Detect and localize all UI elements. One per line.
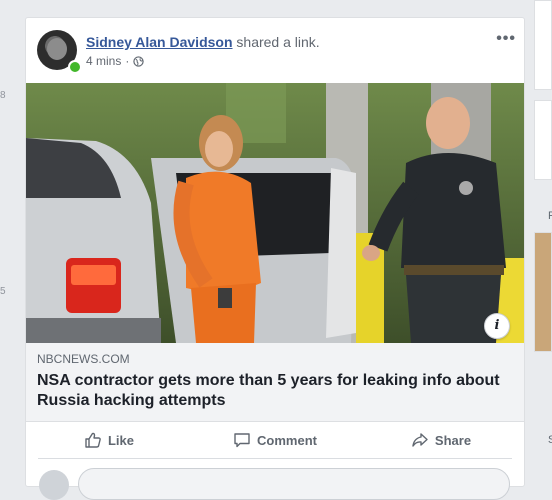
globe-icon[interactable] [133,55,145,67]
left-gutter: 8 5 [0,0,22,473]
more-options-icon[interactable]: ••• [496,30,516,48]
author-name-link[interactable]: Sidney Alan Davidson [86,34,233,50]
share-icon [412,433,428,447]
link-caption[interactable]: NBCNEWS.COM NSA contractor gets more tha… [26,343,524,422]
like-button[interactable]: Like [26,422,192,458]
rail-card[interactable] [534,0,552,90]
rail-thumbnail[interactable] [534,232,552,352]
gutter-number: 8 [0,90,6,101]
post-header: Sidney Alan Davidson shared a link. 4 mi… [26,18,524,84]
share-label: Share [434,432,472,448]
comment-button[interactable]: Comment [192,422,358,458]
post-meta: 4 mins · [86,54,145,68]
gutter-number: 5 [0,286,6,297]
rail-section-letter: S [548,434,552,446]
thumbs-up-icon [85,432,101,448]
commenter-avatar [39,470,69,500]
link-headline[interactable]: NSA contractor gets more than 5 years fo… [37,371,512,411]
post-timestamp[interactable]: 4 mins [86,54,121,68]
like-label: Like [107,432,134,448]
online-status-indicator [68,60,82,74]
actions-divider [38,458,512,459]
share-button[interactable]: Share [358,422,524,458]
rail-card[interactable] [534,100,552,180]
meta-separator: · [125,54,130,68]
author-line: Sidney Alan Davidson shared a link. [86,34,320,50]
post-card: Sidney Alan Davidson shared a link. 4 mi… [25,17,525,500]
link-domain: NBCNEWS.COM [37,352,130,366]
comment-label: Comment [257,432,317,448]
post-actions: Like Comment Share [26,422,524,458]
info-icon[interactable]: i [484,313,510,339]
post-action-text: shared a link. [236,34,320,50]
avatar-face [47,38,67,60]
rail-section-letter: F [548,210,552,222]
news-photo [26,83,524,343]
right-rail: F S [534,0,552,473]
link-preview-image[interactable]: i [26,83,524,343]
comment-icon [234,433,250,448]
